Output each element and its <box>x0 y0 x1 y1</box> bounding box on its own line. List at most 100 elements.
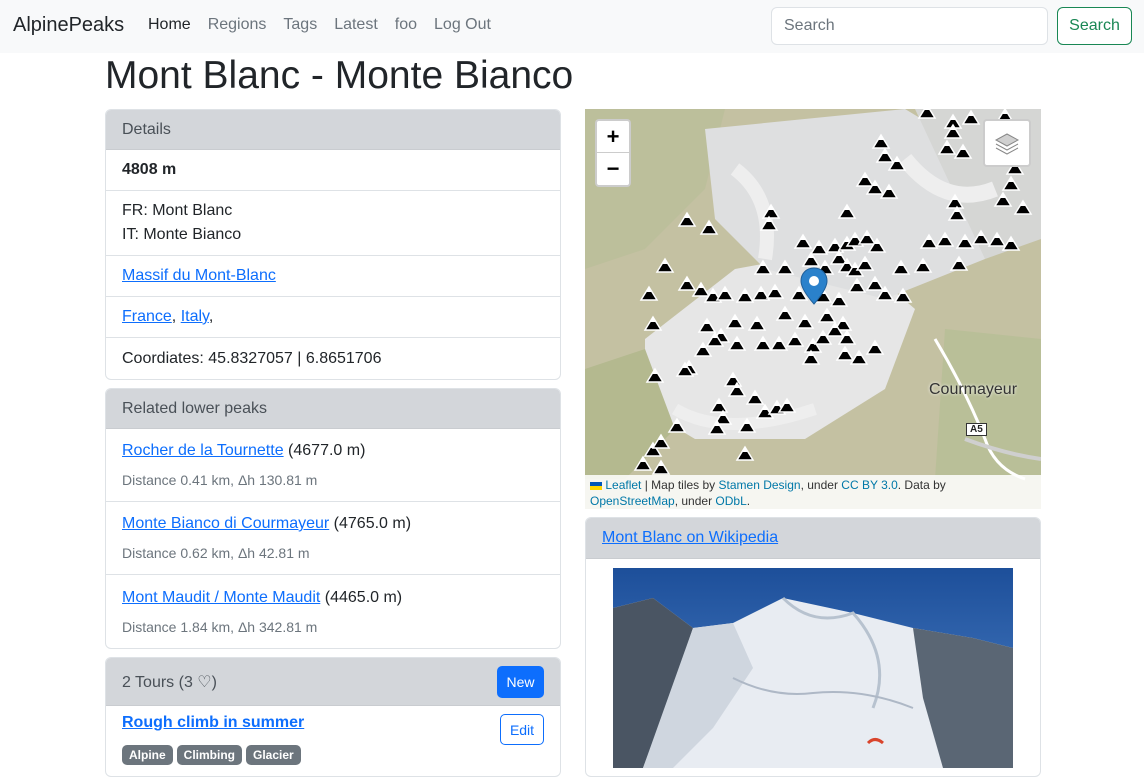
peak-marker-icon[interactable] <box>894 288 912 303</box>
peak-marker-icon[interactable] <box>866 276 884 291</box>
peak-marker-icon[interactable] <box>794 234 812 249</box>
peak-marker-icon[interactable] <box>760 216 778 231</box>
peak-marker-icon[interactable] <box>836 346 854 361</box>
peak-marker-icon[interactable] <box>892 260 910 275</box>
peak-marker-icon[interactable] <box>640 286 658 301</box>
peak-marker-icon[interactable] <box>988 232 1006 247</box>
peak-marker-icon[interactable] <box>956 234 974 249</box>
nav-home[interactable]: Home <box>148 16 191 34</box>
nav-tags[interactable]: Tags <box>283 16 317 34</box>
peak-marker-icon[interactable] <box>656 258 674 273</box>
wikipedia-link[interactable]: Mont Blanc on Wikipedia <box>602 529 778 547</box>
peak-marker-icon[interactable] <box>866 340 884 355</box>
peak-marker-icon[interactable] <box>652 460 670 475</box>
peak-marker-icon[interactable] <box>962 110 980 125</box>
peak-marker-icon[interactable] <box>948 206 966 221</box>
peak-marker-icon[interactable] <box>726 314 744 329</box>
new-tour-button[interactable]: New <box>497 666 544 698</box>
related-peak-link[interactable]: Mont Maudit / Monte Maudit <box>122 589 320 606</box>
peak-marker-icon[interactable] <box>748 316 766 331</box>
peak-marker-icon[interactable] <box>954 144 972 159</box>
peak-marker-icon[interactable] <box>848 278 866 293</box>
peak-marker-icon[interactable] <box>728 336 746 351</box>
stamen-link[interactable]: Stamen Design <box>719 478 801 492</box>
tour-title-link[interactable]: Rough climb in summer <box>122 714 304 732</box>
peak-marker-icon[interactable] <box>646 368 664 383</box>
map-marker-icon[interactable] <box>800 267 828 305</box>
peak-marker-icon[interactable] <box>778 398 796 413</box>
brand-link[interactable]: AlpinePeaks <box>13 14 124 37</box>
peak-marker-icon[interactable] <box>858 230 876 245</box>
peak-marker-icon[interactable] <box>938 140 956 155</box>
peak-marker-icon[interactable] <box>972 230 990 245</box>
peak-marker-icon[interactable] <box>946 194 964 209</box>
peak-marker-icon[interactable] <box>786 332 804 347</box>
peak-marker-icon[interactable] <box>776 260 794 275</box>
peak-marker-icon[interactable] <box>936 232 954 247</box>
nav-latest[interactable]: Latest <box>334 16 378 34</box>
peak-marker-icon[interactable] <box>736 446 754 461</box>
peak-marker-icon[interactable] <box>678 276 696 291</box>
peak-marker-icon[interactable] <box>700 220 718 235</box>
peak-marker-icon[interactable] <box>856 256 874 271</box>
peak-marker-icon[interactable] <box>766 284 784 299</box>
ccby-link[interactable]: CC BY 3.0 <box>841 478 897 492</box>
peak-marker-icon[interactable] <box>880 184 898 199</box>
map[interactable]: Courmayeur A5 + − Leaflet | Map tiles by… <box>585 109 1041 509</box>
peak-marker-icon[interactable] <box>810 240 828 255</box>
peak-marker-icon[interactable] <box>872 134 890 149</box>
peak-marker-icon[interactable] <box>776 306 794 321</box>
tag-badge[interactable]: Glacier <box>246 745 301 765</box>
peak-marker-icon[interactable] <box>634 456 652 471</box>
peak-marker-icon[interactable] <box>724 372 742 387</box>
odbl-link[interactable]: ODbL <box>715 494 746 508</box>
massif-link[interactable]: Massif du Mont-Blanc <box>122 267 276 284</box>
layers-button[interactable] <box>983 119 1031 167</box>
zoom-out-button[interactable]: − <box>597 153 629 185</box>
peak-marker-icon[interactable] <box>856 172 874 187</box>
peak-marker-icon[interactable] <box>710 398 728 413</box>
search-button[interactable]: Search <box>1057 7 1132 45</box>
peak-marker-icon[interactable] <box>1002 236 1020 251</box>
related-peak-link[interactable]: Rocher de la Tournette <box>122 442 284 459</box>
peak-marker-icon[interactable] <box>802 252 820 267</box>
peak-marker-icon[interactable] <box>754 336 772 351</box>
edit-tour-button[interactable]: Edit <box>500 714 544 745</box>
search-input[interactable] <box>771 7 1048 45</box>
peak-marker-icon[interactable] <box>796 314 814 329</box>
peak-marker-icon[interactable] <box>818 308 836 323</box>
tag-badge[interactable]: Climbing <box>176 745 242 765</box>
peak-marker-icon[interactable] <box>644 316 662 331</box>
nav-regions[interactable]: Regions <box>208 16 267 34</box>
peak-marker-icon[interactable] <box>762 204 780 219</box>
peak-marker-icon[interactable] <box>830 292 848 307</box>
peak-marker-icon[interactable] <box>838 204 856 219</box>
tag-badge[interactable]: Alpine <box>122 745 173 765</box>
peak-marker-icon[interactable] <box>652 434 670 449</box>
peak-marker-icon[interactable] <box>716 286 734 301</box>
peak-marker-icon[interactable] <box>876 148 894 163</box>
peak-marker-icon[interactable] <box>850 350 868 365</box>
nav-foo[interactable]: foo <box>395 16 417 34</box>
peak-marker-icon[interactable] <box>746 390 764 405</box>
peak-marker-icon[interactable] <box>678 212 696 227</box>
country-italy-link[interactable]: Italy <box>181 308 209 325</box>
peak-marker-icon[interactable] <box>698 318 716 333</box>
leaflet-link[interactable]: Leaflet <box>605 478 641 492</box>
peak-marker-icon[interactable] <box>918 109 936 119</box>
zoom-in-button[interactable]: + <box>597 121 629 153</box>
peak-marker-icon[interactable] <box>1014 200 1032 215</box>
peak-marker-icon[interactable] <box>770 336 788 351</box>
peak-marker-icon[interactable] <box>738 418 756 433</box>
nav-logout[interactable]: Log Out <box>434 16 491 34</box>
peak-marker-icon[interactable] <box>1002 176 1020 191</box>
peak-marker-icon[interactable] <box>754 260 772 275</box>
peak-marker-icon[interactable] <box>736 288 754 303</box>
peak-marker-icon[interactable] <box>950 256 968 271</box>
peak-marker-icon[interactable] <box>668 418 686 433</box>
osm-link[interactable]: OpenStreetMap <box>590 494 675 508</box>
country-france-link[interactable]: France <box>122 308 172 325</box>
peak-marker-icon[interactable] <box>994 192 1012 207</box>
related-peak-link[interactable]: Monte Bianco di Courmayeur <box>122 515 329 532</box>
peak-marker-icon[interactable] <box>914 258 932 273</box>
